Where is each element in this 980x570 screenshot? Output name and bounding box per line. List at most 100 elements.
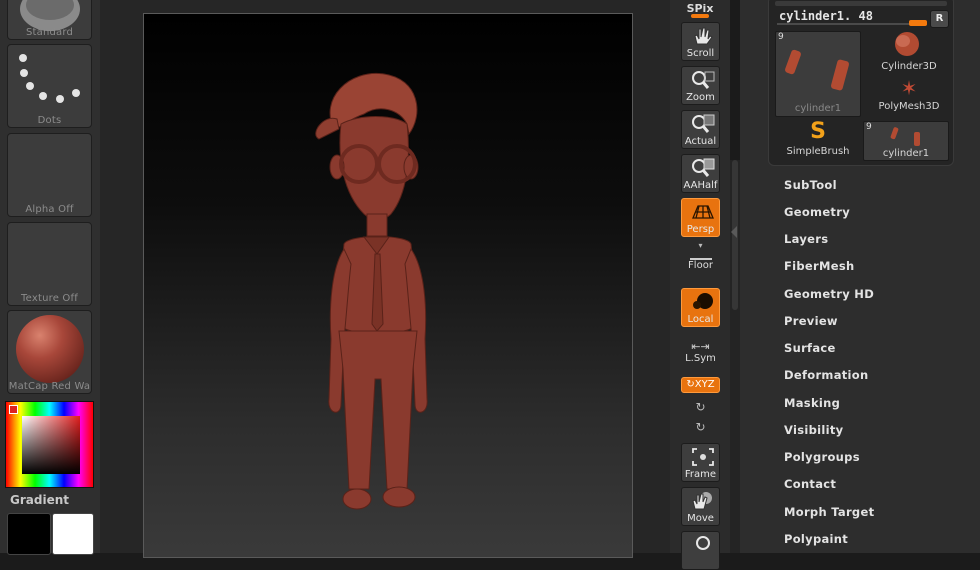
texture-thumbnail[interactable]: Texture Off xyxy=(7,222,92,306)
move-button[interactable]: Move xyxy=(681,487,720,526)
zoom-button[interactable]: Zoom xyxy=(681,66,720,105)
brush-thumbnail[interactable]: Standard xyxy=(7,0,92,40)
texture-label: Texture Off xyxy=(21,293,78,304)
menu-subtool[interactable]: SubTool xyxy=(784,178,837,192)
aahalf-button-label: AAHalf xyxy=(683,180,718,191)
stroke-thumbnail[interactable]: Dots xyxy=(7,44,92,128)
tool-thumb-label: cylinder1 xyxy=(882,148,930,159)
current-tool-name: cylinder1. 48 xyxy=(779,9,873,23)
xyz-rotate-icon: ↻ xyxy=(686,379,695,390)
brush-label: Standard xyxy=(25,27,74,38)
menu-fibermesh[interactable]: FiberMesh xyxy=(784,259,854,273)
secondary-color-swatch[interactable] xyxy=(52,513,94,555)
frame-button-label: Frame xyxy=(684,469,717,480)
scale-button[interactable] xyxy=(681,531,720,570)
color-marker[interactable] xyxy=(9,405,18,414)
tool-palette: cylinder1. 48 R 9 cylinder1 Cylinder3D ✶… xyxy=(740,0,980,553)
local-button[interactable]: Local xyxy=(681,288,720,327)
aahalf-button[interactable]: AAHalf xyxy=(681,154,720,193)
menu-layers[interactable]: Layers xyxy=(784,232,828,246)
xyz-button-label: XYZ xyxy=(694,379,715,390)
z-rotate-button[interactable]: ↻ xyxy=(681,420,720,434)
scale-icon xyxy=(696,536,710,550)
magnifier-actual-icon xyxy=(692,114,715,133)
menu-polypaint[interactable]: Polypaint xyxy=(784,532,848,546)
menu-contact[interactable]: Contact xyxy=(784,477,836,491)
scroll-button-label: Scroll xyxy=(686,48,715,59)
color-saturation-square[interactable] xyxy=(22,416,80,474)
menu-surface[interactable]: Surface xyxy=(784,341,836,355)
tool-thumb-cylinder1-small[interactable]: 9 cylinder1 xyxy=(863,121,949,161)
tool-slider-knob[interactable] xyxy=(909,20,927,26)
alpha-thumbnail[interactable]: Alpha Off xyxy=(7,133,92,217)
floor-button-label: Floor xyxy=(688,260,713,271)
tool-item-label: PolyMesh3D xyxy=(878,101,940,112)
menu-morph-target[interactable]: Morph Target xyxy=(784,505,874,519)
color-picker[interactable] xyxy=(5,401,94,488)
lsym-button-label: L.Sym xyxy=(685,353,716,364)
persp-button[interactable]: Persp xyxy=(681,198,720,237)
stroke-dot-icon xyxy=(26,82,34,90)
magnifier-aahalf-icon xyxy=(692,158,715,177)
cylinder3d-icon xyxy=(895,32,919,56)
move-button-label: Move xyxy=(687,513,714,524)
material-thumbnail[interactable]: MatCap Red Wa xyxy=(7,310,92,394)
menu-preview[interactable]: Preview xyxy=(784,314,838,328)
menu-geometry-hd[interactable]: Geometry HD xyxy=(784,287,874,301)
zoom-button-label: Zoom xyxy=(686,92,715,103)
floor-button[interactable]: ▾ Floor xyxy=(681,241,720,271)
menu-geometry[interactable]: Geometry xyxy=(784,205,850,219)
menu-masking[interactable]: Masking xyxy=(784,396,840,410)
tool-item-polymesh3d[interactable]: ✶ PolyMesh3D xyxy=(869,77,949,117)
menu-visibility[interactable]: Visibility xyxy=(784,423,843,437)
magnifier-icon xyxy=(692,71,715,89)
r-button[interactable]: R xyxy=(930,10,949,28)
actual-button-label: Actual xyxy=(684,136,717,147)
hand-icon xyxy=(694,27,713,45)
main-color-swatch[interactable] xyxy=(7,513,51,555)
lsym-button[interactable]: ⇤⇥ L.Sym xyxy=(681,340,720,365)
gradient-label: Gradient xyxy=(10,493,69,507)
move-hand-icon xyxy=(692,492,712,510)
matcap-sphere-icon xyxy=(16,315,84,383)
stroke-dot-icon xyxy=(20,69,28,77)
stroke-label: Dots xyxy=(37,115,62,126)
left-shelf: Standard Dots Alpha Off Texture Off MatC… xyxy=(0,0,100,555)
palette-scrollbar[interactable] xyxy=(730,160,740,553)
frame-icon xyxy=(692,448,714,466)
z-rotate-icon: ↻ xyxy=(695,420,706,434)
scroll-button[interactable]: Scroll xyxy=(681,22,720,61)
tool-thumb-cylinder1[interactable]: 9 cylinder1 xyxy=(775,31,861,117)
right-toolbar: SPix Scroll Zoom Actual AAHalf Persp ▾ F… xyxy=(670,0,730,570)
stroke-dot-icon xyxy=(72,89,80,97)
menu-polygroups[interactable]: Polygroups xyxy=(784,450,860,464)
alpha-label: Alpha Off xyxy=(25,204,74,215)
cylinder-icon xyxy=(890,127,920,146)
xyz-button[interactable]: ↻XYZ xyxy=(681,377,720,393)
tool-slider-track[interactable] xyxy=(777,23,927,25)
document-viewport[interactable] xyxy=(143,13,633,558)
perspective-grid-icon xyxy=(692,205,714,219)
floor-icon xyxy=(689,252,712,260)
cylinder-icon xyxy=(785,49,850,91)
simplebrush-s-icon: S xyxy=(810,119,826,144)
tool-item-cylinder3d[interactable]: Cylinder3D xyxy=(869,31,949,75)
material-label: MatCap Red Wa xyxy=(8,381,91,392)
local-symmetry-icon xyxy=(693,293,713,309)
canvas-area xyxy=(100,0,670,558)
y-rotate-icon: ↻ xyxy=(695,400,706,414)
tool-item-simplebrush[interactable]: S SimpleBrush xyxy=(775,119,861,161)
y-rotate-button[interactable]: ↻ xyxy=(681,400,720,414)
tool-panel: cylinder1. 48 R 9 cylinder1 Cylinder3D ✶… xyxy=(768,0,954,166)
stroke-dot-icon xyxy=(39,92,47,100)
actual-button[interactable]: Actual xyxy=(681,110,720,149)
spix-slider[interactable] xyxy=(691,14,709,18)
frame-button[interactable]: Frame xyxy=(681,443,720,482)
sculpted-character-model[interactable] xyxy=(289,69,449,549)
tool-header-strip xyxy=(775,1,947,6)
stroke-dot-icon xyxy=(56,95,64,103)
collapse-tray-arrow-icon[interactable] xyxy=(731,226,737,238)
arrows-horizontal-icon: ⇤⇥ xyxy=(691,340,710,353)
local-button-label: Local xyxy=(687,314,714,325)
menu-deformation[interactable]: Deformation xyxy=(784,368,869,382)
